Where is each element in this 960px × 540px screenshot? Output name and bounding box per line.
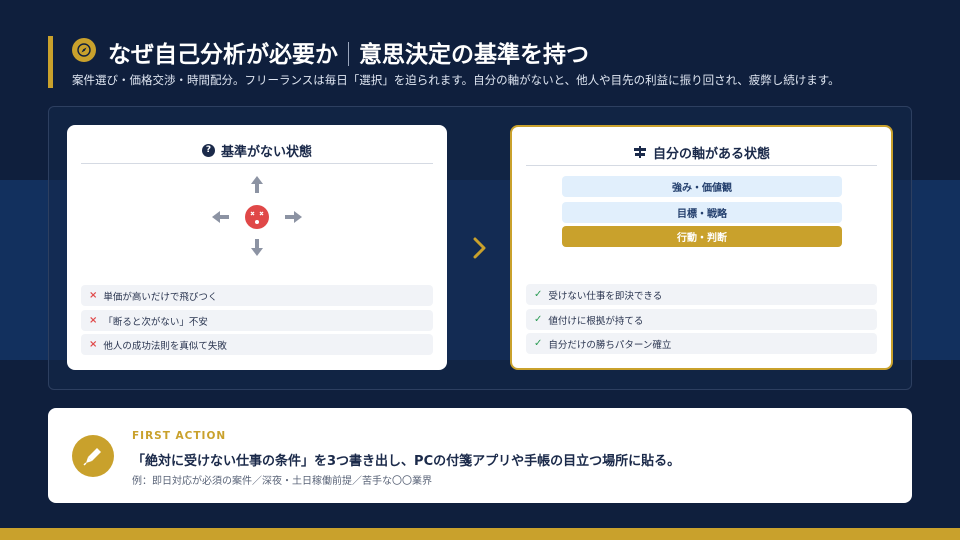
cross-icon: × xyxy=(89,290,98,301)
signpost-icon xyxy=(633,146,646,158)
stack-layer-action: 行動・判断 xyxy=(562,226,842,247)
first-action-text: 「絶対に受けない仕事の条件」を3つ書き出し、PCの付箋アプリや手帳の目立つ場所に… xyxy=(132,454,681,469)
with-axis-card: 自分の軸がある状態 強み・価値観 目標・戦略 行動・判断 ✓ 受けない仕事を即決で… xyxy=(510,125,893,370)
list-item: × 他人の成功法則を真似て失敗 xyxy=(81,334,433,355)
title-separator xyxy=(348,42,349,66)
question-icon: ? xyxy=(201,143,215,157)
no-criteria-card-title: 基準がない状態 xyxy=(220,144,312,160)
no-criteria-card: ? 基準がない状態 × 単価が高いだけで飛びつく × 「断ると次がない」不安 × 他人… xyxy=(67,125,447,370)
first-action-example: 例：即日対応が必須の案件／深夜・土日稼働前提／苦手な〇〇業界 xyxy=(132,476,432,487)
first-action-label: FIRST ACTION xyxy=(132,430,227,442)
with-axis-card-title: 自分の軸がある状態 xyxy=(652,146,770,162)
list-item: ✓ 受けない仕事を即決できる xyxy=(526,284,877,305)
bottom-accent-bar xyxy=(0,528,960,540)
page-title: なぜ自己分析が必要か 意思決定の基準を持つ xyxy=(108,35,589,69)
compass-icon xyxy=(72,38,96,62)
confused-face-icon xyxy=(245,205,269,229)
arrow-down-icon xyxy=(251,239,263,256)
arrow-left-icon xyxy=(212,211,229,223)
title-left: なぜ自己分析が必要か xyxy=(108,42,338,68)
list-item: × 単価が高いだけで飛びつく xyxy=(81,285,433,306)
list-item: × 「断ると次がない」不安 xyxy=(81,310,433,331)
confusion-diagram xyxy=(212,176,302,256)
stack-layer-strategy: 目標・戦略 xyxy=(562,202,842,223)
stack-layer-values: 強み・価値観 xyxy=(562,176,842,197)
list-item: ✓ 自分だけの勝ちパターン確立 xyxy=(526,333,877,354)
cross-icon: × xyxy=(89,339,98,350)
page-subtitle: 案件選び・価格交渉・時間配分。フリーランスは毎日「選択」を迫られます。自分の軸が… xyxy=(72,73,840,87)
first-action-box: FIRST ACTION 「絶対に受けない仕事の条件」を3つ書き出し、PCの付箋… xyxy=(48,408,912,503)
check-icon: ✓ xyxy=(534,338,543,349)
arrow-right-icon xyxy=(285,211,302,223)
header-accent-bar xyxy=(48,36,53,88)
list-item: ✓ 値付けに根拠が持てる xyxy=(526,309,877,330)
with-axis-card-header: 自分の軸がある状態 xyxy=(526,139,877,166)
check-icon: ✓ xyxy=(534,314,543,325)
arrow-up-icon xyxy=(251,176,263,193)
pen-icon xyxy=(72,435,114,477)
chevron-right-icon xyxy=(473,237,486,259)
title-right: 意思決定の基準を持つ xyxy=(359,42,589,68)
cross-icon: × xyxy=(89,315,98,326)
no-criteria-card-header: ? 基準がない状態 xyxy=(81,137,433,164)
check-icon: ✓ xyxy=(534,289,543,300)
